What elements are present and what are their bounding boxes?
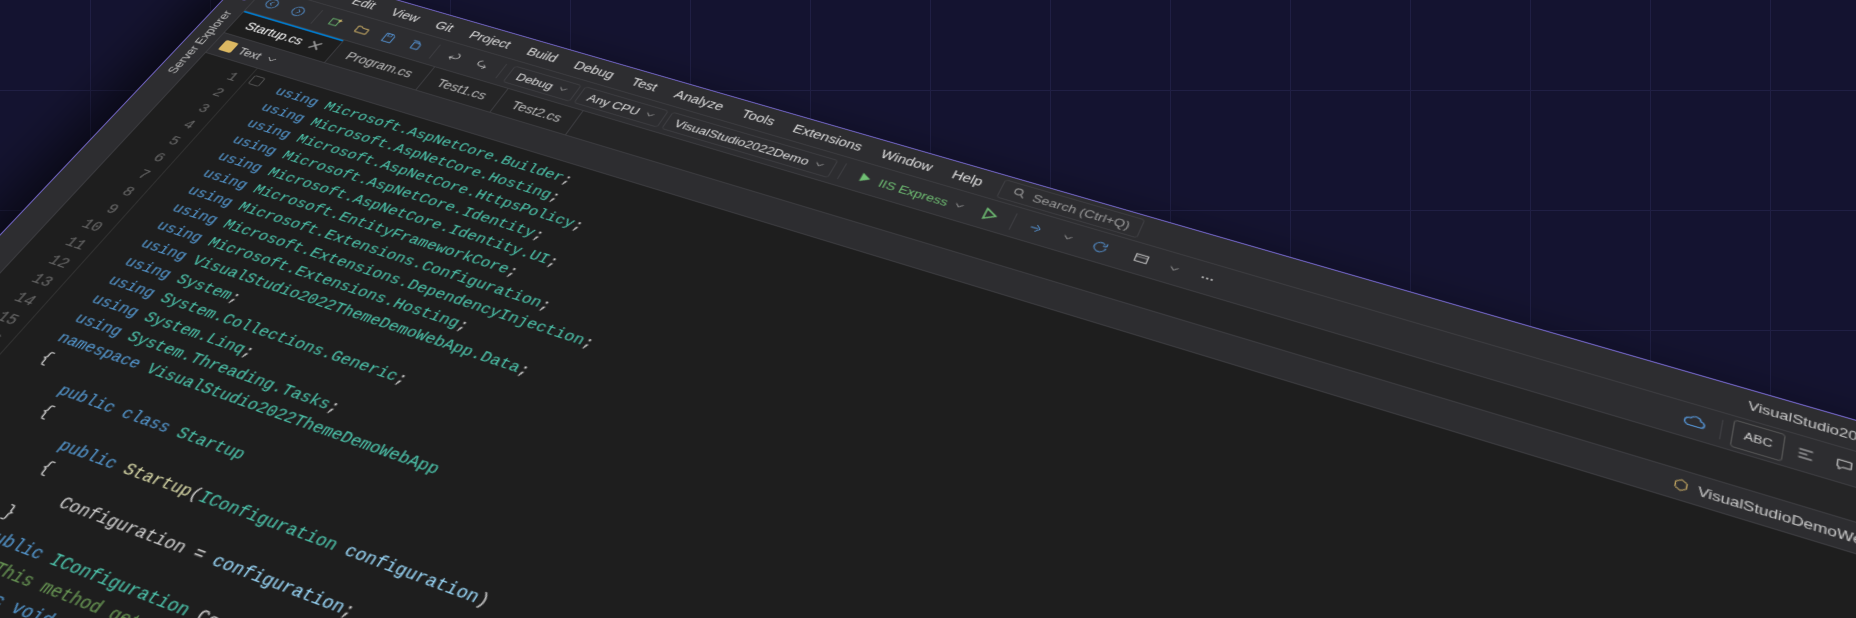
line-number: 4 — [177, 116, 200, 135]
chevron-down-icon — [556, 84, 571, 94]
line-number: 3 — [192, 100, 215, 119]
refresh-button[interactable] — [1081, 232, 1119, 262]
more-button[interactable] — [1188, 263, 1226, 294]
line-number: 15 — [0, 307, 24, 332]
search-icon — [1009, 186, 1029, 201]
class-icon — [1671, 475, 1692, 494]
toolbar-sep — [1719, 420, 1724, 440]
line-number: 8 — [115, 183, 139, 203]
toolbar-sep — [837, 164, 847, 180]
line-number: 5 — [162, 133, 185, 152]
start-noDebug-button[interactable] — [971, 201, 1009, 230]
chevron-down-icon — [642, 110, 657, 120]
scope-icon[interactable] — [218, 40, 239, 53]
line-number: 1 — [221, 69, 243, 87]
line-number: 7 — [131, 166, 155, 186]
editor[interactable]: 1234567891011121314151617181920212223242… — [0, 53, 1856, 618]
step-button[interactable] — [1017, 214, 1055, 243]
chevron-down-icon — [952, 200, 967, 211]
play-icon — [856, 171, 877, 186]
comment-button[interactable] — [1826, 448, 1856, 484]
line-number: 2 — [206, 84, 228, 102]
cloud-icon[interactable] — [1676, 405, 1713, 439]
scope-label[interactable]: Text — [235, 45, 265, 62]
chevron-down-icon[interactable] — [1060, 232, 1075, 243]
toolbar-sep — [1008, 213, 1017, 229]
indent-button[interactable] — [1787, 437, 1824, 472]
close-icon[interactable] — [305, 39, 326, 52]
line-number: 6 — [147, 149, 170, 168]
chevron-down-icon[interactable] — [262, 54, 280, 66]
chevron-down-icon — [812, 159, 827, 170]
server-explorer-icon[interactable] — [233, 0, 254, 1]
vs-window: Server Explorer FileEditViewGitProjectBu… — [0, 0, 1856, 618]
chevron-down-icon[interactable] — [1167, 263, 1182, 275]
config-label: Debug — [513, 71, 557, 92]
browser-button[interactable] — [1122, 244, 1160, 274]
line-number: 9 — [99, 200, 123, 220]
